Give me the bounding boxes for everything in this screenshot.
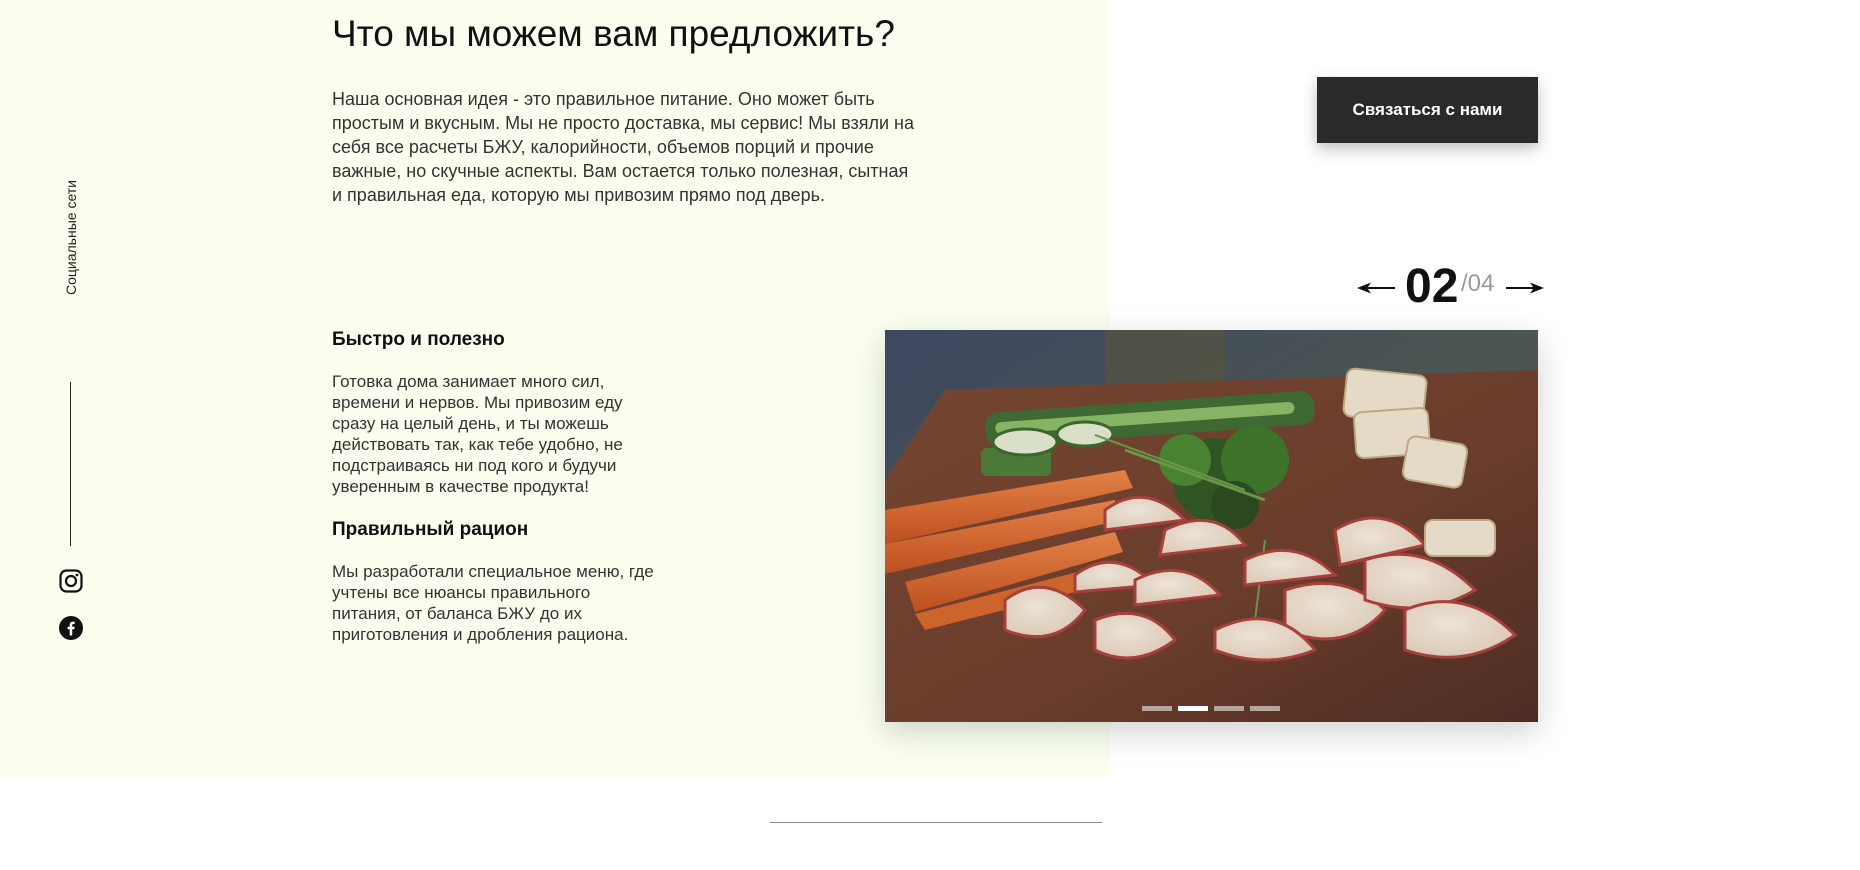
social-divider-line bbox=[70, 382, 71, 546]
slider-dot-2[interactable] bbox=[1178, 706, 1208, 711]
instagram-icon[interactable] bbox=[59, 569, 83, 593]
section-title: Что мы можем вам предложить? bbox=[332, 13, 895, 54]
feature-title-fast: Быстро и полезно bbox=[332, 329, 505, 350]
slider-counter: 02 /04 bbox=[1355, 258, 1545, 318]
intro-paragraph: Наша основная идея - это правильное пита… bbox=[332, 89, 914, 205]
arrow-right-icon[interactable] bbox=[1506, 280, 1544, 294]
slide-image-vegetables bbox=[885, 330, 1538, 722]
contact-us-button[interactable]: Связаться с нами bbox=[1317, 77, 1538, 143]
social-networks-label: Социальные сети bbox=[63, 180, 79, 296]
slide-total-number: /04 bbox=[1461, 270, 1495, 297]
slider-dot-1[interactable] bbox=[1142, 706, 1172, 711]
section-bottom-divider bbox=[770, 822, 1102, 823]
slider-dot-3[interactable] bbox=[1214, 706, 1244, 711]
feature-text-fast: Готовка дома занимает много сил, времени… bbox=[332, 372, 623, 496]
arrow-left-icon[interactable] bbox=[1357, 280, 1395, 294]
slider-dot-4[interactable] bbox=[1250, 706, 1280, 711]
slider-pagination bbox=[1142, 706, 1282, 712]
feature-text-diet: Мы разработали специальное меню, где учт… bbox=[332, 562, 654, 644]
vegetables-photo-illustration bbox=[885, 330, 1538, 722]
feature-title-diet: Правильный рацион bbox=[332, 519, 529, 540]
facebook-icon[interactable] bbox=[59, 616, 83, 640]
slide-current-number: 02 bbox=[1405, 260, 1459, 313]
